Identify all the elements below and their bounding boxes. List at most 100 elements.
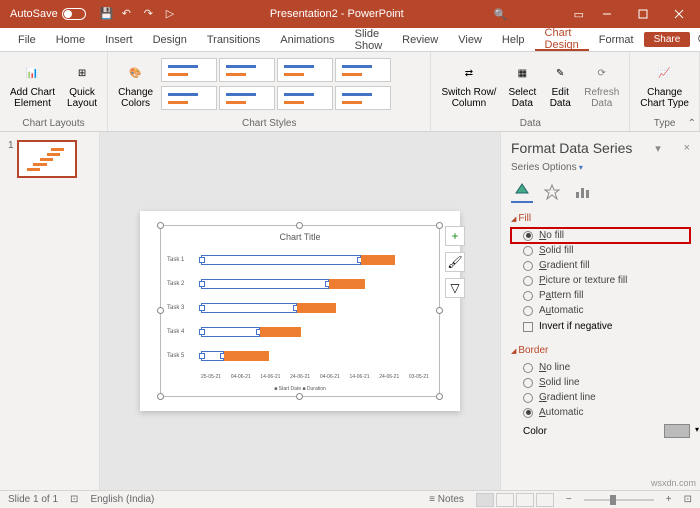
tab-design[interactable]: Design: [143, 28, 197, 51]
border-section-title[interactable]: Border: [511, 345, 690, 356]
tab-review[interactable]: Review: [392, 28, 448, 51]
pane-options-icon[interactable]: ▾: [655, 142, 661, 155]
zoom-in-button[interactable]: +: [666, 494, 672, 505]
category-label: Task 2: [167, 281, 184, 287]
chart-style-gallery[interactable]: [161, 58, 401, 112]
tab-transitions[interactable]: Transitions: [197, 28, 270, 51]
quick-access-toolbar: 💾 ↶ ↷ ▷: [92, 7, 188, 21]
close-pane-icon[interactable]: ×: [684, 142, 690, 154]
radio-pattern-fill[interactable]: Pattern fill: [511, 288, 690, 303]
tab-slideshow[interactable]: Slide Show: [345, 28, 393, 51]
chart-legend[interactable]: ■ Start Date ■ Duration: [161, 386, 439, 392]
radio-gradient-fill[interactable]: Gradient fill: [511, 258, 690, 273]
ribbon-options-icon[interactable]: ▭: [574, 8, 584, 21]
tab-chart-design[interactable]: Chart Design: [535, 28, 589, 51]
selection-handle[interactable]: [157, 222, 164, 229]
tab-format[interactable]: Format: [589, 28, 644, 51]
selection-handle[interactable]: [157, 307, 164, 314]
slide-editor[interactable]: Chart Title Task 1 Task 2 Task 3 Task 4 …: [100, 132, 500, 490]
radio-solid-fill[interactable]: Solid fill: [511, 243, 690, 258]
tab-home[interactable]: Home: [46, 28, 95, 51]
undo-icon[interactable]: ↶: [122, 7, 136, 21]
selection-handle[interactable]: [436, 222, 443, 229]
chart-style-2[interactable]: [219, 58, 275, 82]
maximize-button[interactable]: [626, 3, 660, 25]
accessibility-icon[interactable]: ⊡: [70, 494, 78, 505]
color-swatch[interactable]: [664, 424, 690, 438]
slide-canvas[interactable]: Chart Title Task 1 Task 2 Task 3 Task 4 …: [140, 211, 460, 411]
language-indicator[interactable]: English (India): [90, 494, 154, 505]
selection-handle[interactable]: [436, 393, 443, 400]
chart-object[interactable]: Chart Title Task 1 Task 2 Task 3 Task 4 …: [160, 225, 440, 397]
switch-row-column-button[interactable]: ⇄ Switch Row/ Column: [437, 59, 500, 111]
fill-section-title[interactable]: Fill: [511, 213, 690, 224]
select-data-button[interactable]: ▦ Select Data: [504, 59, 540, 111]
minimize-button[interactable]: [590, 3, 624, 25]
radio-no-fill[interactable]: No fill: [511, 228, 690, 243]
autosave-toggle[interactable]: AutoSave: [4, 8, 92, 20]
redo-icon[interactable]: ↷: [144, 7, 158, 21]
edit-data-button[interactable]: ✎ Edit Data: [544, 59, 576, 111]
select-data-label: Select Data: [508, 87, 536, 109]
tab-help[interactable]: Help: [492, 28, 535, 51]
refresh-data-button[interactable]: ⟳ Refresh Data: [580, 59, 623, 111]
radio-automatic-line[interactable]: Automatic: [511, 405, 690, 420]
selection-handle[interactable]: [157, 393, 164, 400]
normal-view-button[interactable]: [476, 493, 494, 507]
tab-insert[interactable]: Insert: [95, 28, 143, 51]
series-options-icon[interactable]: [571, 181, 593, 203]
fill-line-icon[interactable]: [511, 181, 533, 203]
chart-style-3[interactable]: [277, 58, 333, 82]
slide-thumbnail-1[interactable]: [17, 140, 77, 178]
notes-button[interactable]: ≡ Notes: [429, 494, 464, 505]
save-icon[interactable]: 💾: [100, 7, 114, 21]
chart-style-4[interactable]: [335, 58, 391, 82]
collapse-ribbon-icon[interactable]: ⌃: [688, 118, 696, 129]
change-colors-button[interactable]: 🎨 Change Colors: [114, 59, 157, 111]
series-options-dropdown[interactable]: Series Options: [511, 162, 690, 173]
share-button[interactable]: Share: [644, 32, 691, 47]
radio-solid-line[interactable]: Solid line: [511, 375, 690, 390]
chart-style-1[interactable]: [161, 58, 217, 82]
selection-handle[interactable]: [436, 307, 443, 314]
chart-style-8[interactable]: [335, 86, 391, 110]
close-button[interactable]: [662, 3, 696, 25]
radio-picture-fill[interactable]: Picture or texture fill: [511, 273, 690, 288]
tab-view[interactable]: View: [448, 28, 492, 51]
slideshow-view-button[interactable]: [536, 493, 554, 507]
reading-view-button[interactable]: [516, 493, 534, 507]
chart-style-5[interactable]: [161, 86, 217, 110]
tab-file[interactable]: File: [8, 28, 46, 51]
search-icon[interactable]: 🔍: [494, 8, 508, 21]
chart-styles-button[interactable]: 🖌: [445, 252, 465, 272]
format-data-series-pane: Format Data Series ▾ × Series Options Fi…: [500, 132, 700, 490]
switch-label: Switch Row/ Column: [441, 87, 496, 109]
invert-label: Invert if negative: [539, 321, 612, 332]
border-color-picker[interactable]: Color: [511, 420, 690, 442]
sorter-view-button[interactable]: [496, 493, 514, 507]
checkbox-invert-negative[interactable]: Invert if negative: [511, 318, 690, 335]
add-chart-element-label: Add Chart Element: [10, 87, 55, 109]
category-label: Task 4: [167, 329, 184, 335]
selection-handle[interactable]: [296, 222, 303, 229]
zoom-slider[interactable]: [584, 499, 654, 501]
slide-indicator[interactable]: Slide 1 of 1: [8, 494, 58, 505]
chart-elements-button[interactable]: +: [445, 226, 465, 246]
radio-no-line[interactable]: No line: [511, 360, 690, 375]
chart-style-7[interactable]: [277, 86, 333, 110]
selection-handle[interactable]: [296, 393, 303, 400]
chart-style-6[interactable]: [219, 86, 275, 110]
effects-icon[interactable]: [541, 181, 563, 203]
quick-layout-button[interactable]: ⊞ Quick Layout: [63, 59, 101, 111]
tab-animations[interactable]: Animations: [270, 28, 344, 51]
fit-to-window-button[interactable]: ⊡: [684, 494, 692, 505]
autosave-label: AutoSave: [10, 8, 58, 20]
add-chart-element-button[interactable]: 📊 Add Chart Element: [6, 59, 59, 111]
chart-filters-button[interactable]: ▽: [445, 278, 465, 298]
change-chart-type-button[interactable]: 📈 Change Chart Type: [636, 59, 693, 111]
start-icon[interactable]: ▷: [166, 7, 180, 21]
chart-plot-area[interactable]: Task 1 Task 2 Task 3 Task 4 Task 5: [201, 248, 429, 368]
radio-automatic-fill[interactable]: Automatic: [511, 303, 690, 318]
radio-gradient-line[interactable]: Gradient line: [511, 390, 690, 405]
zoom-out-button[interactable]: −: [566, 494, 572, 505]
